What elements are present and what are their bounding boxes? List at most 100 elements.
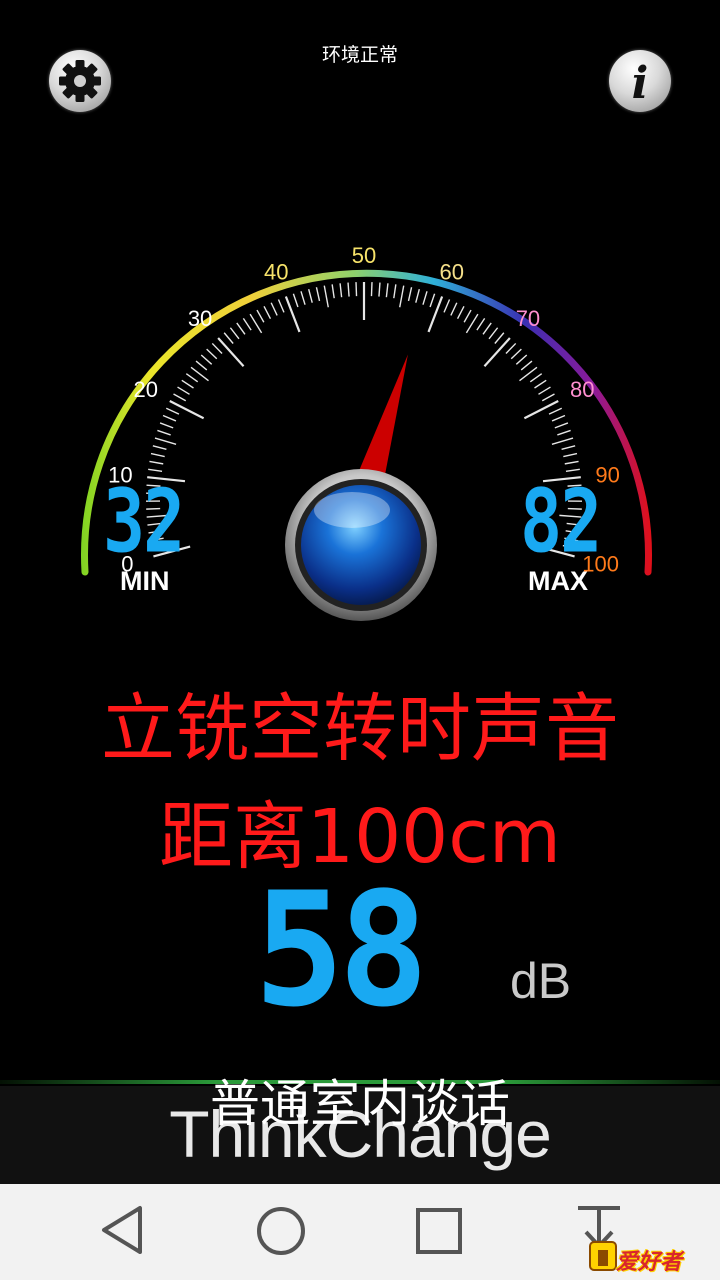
gauge-tick-label: 70 [516, 306, 540, 331]
gauge-minor-tick [541, 393, 555, 402]
gauge-minor-tick [399, 285, 405, 308]
gauge-minor-tick [150, 452, 165, 458]
gauge-minor-tick [456, 305, 465, 320]
watermark-text: 爱好者 [616, 1250, 683, 1275]
gauge-minor-tick [551, 414, 566, 422]
gauge-major-tick [483, 337, 511, 367]
info-glyph: i [632, 58, 649, 109]
gauge-major-tick [523, 400, 559, 420]
gauge-major-tick [284, 296, 301, 333]
gauge-major-tick [427, 296, 444, 333]
settings-button[interactable] [49, 50, 111, 112]
gauge-minor-tick [370, 282, 373, 297]
gauge-minor-tick [505, 342, 517, 354]
gauge-minor-tick [520, 360, 533, 371]
max-label: MAX [528, 566, 588, 596]
gauge-minor-tick [173, 393, 187, 402]
gauge-minor-tick [277, 299, 285, 313]
gauge-minor-tick [564, 460, 579, 465]
recents-square-icon[interactable] [412, 1200, 466, 1260]
gauge-minor-tick [450, 302, 458, 316]
gauge-minor-tick [181, 379, 194, 389]
gauge-minor-tick [385, 283, 389, 298]
gauge-minor-tick [300, 291, 306, 305]
min-label: MIN [120, 566, 170, 596]
gauge-minor-tick [551, 437, 574, 446]
gauge-minor-tick [347, 282, 350, 297]
gauge-minor-tick [152, 445, 167, 450]
gauge-minor-tick [482, 322, 492, 335]
gauge-minor-tick [563, 452, 578, 458]
gauge-minor-tick [422, 291, 428, 305]
gauge-minor-tick [378, 282, 381, 297]
gauge-minor-tick [242, 318, 252, 331]
gauge-minor-tick [548, 407, 563, 415]
gauge-minor-tick [443, 299, 451, 313]
gauge-minor-tick [177, 386, 190, 395]
max-value-display: 82 [520, 470, 602, 573]
gauge-minor-tick [515, 354, 528, 365]
gauge-minor-tick [315, 287, 321, 302]
gear-icon [59, 60, 101, 102]
gauge-major-tick [217, 337, 245, 367]
gauge-minor-tick [393, 284, 397, 299]
gauge-minor-tick [355, 282, 358, 297]
gauge-minor-tick [554, 422, 569, 429]
gauge-minor-tick [200, 354, 213, 365]
watermark-figure-icon [589, 1241, 617, 1271]
gauge-minor-tick [165, 407, 180, 415]
info-button[interactable]: i [609, 50, 671, 112]
gauge-tick-label: 20 [133, 377, 157, 402]
gauge-minor-tick [463, 309, 472, 323]
gauge-minor-tick [211, 342, 223, 354]
gauge-minor-tick [323, 285, 329, 308]
gauge-minor-tick [488, 327, 499, 340]
noise-level-description: 普通室内谈话 [210, 1075, 510, 1133]
gauge-minor-tick [229, 327, 240, 340]
gauge-minor-tick [263, 305, 272, 320]
gauge-minor-tick [534, 379, 547, 389]
watermark-logo: 爱好者 [586, 1236, 714, 1276]
gauge-tick-label: 80 [570, 377, 594, 402]
gauge-tick-label: 60 [440, 259, 464, 284]
gauge-minor-tick [270, 302, 278, 316]
db-reading: 58 [254, 859, 429, 1043]
db-unit: dB [510, 953, 572, 1009]
home-circle-icon[interactable] [254, 1200, 308, 1260]
gauge-minor-tick [429, 293, 436, 308]
gauge-minor-tick [206, 348, 218, 360]
gauge-minor-tick [308, 288, 313, 303]
gauge-minor-tick [538, 386, 551, 395]
gauge-major-tick [169, 400, 205, 420]
gauge-minor-tick [149, 460, 164, 465]
gauge-minor-tick [185, 373, 199, 383]
gauge-minor-tick [195, 360, 208, 371]
gauge-minor-tick [256, 309, 265, 323]
gauge-minor-tick [465, 313, 479, 334]
gauge-tick-label: 40 [264, 259, 288, 284]
gauge-minor-tick [415, 288, 420, 303]
gauge-minor-tick [157, 429, 171, 436]
back-triangle-icon[interactable] [96, 1200, 150, 1260]
gauge-minor-tick [557, 429, 571, 436]
gauge-minor-tick [236, 322, 246, 335]
gauge-minor-tick [407, 287, 413, 302]
gauge-minor-tick [494, 332, 505, 344]
gauge-minor-tick [162, 414, 177, 422]
gauge-minor-tick [249, 313, 263, 334]
min-value-display: 32 [103, 470, 185, 573]
gauge-minor-tick [529, 373, 543, 383]
gauge-minor-tick [292, 293, 299, 308]
gauge-minor-tick [561, 445, 576, 450]
overlay-caption-line1: 立铣空转时声音 [101, 686, 619, 772]
gauge-tick-label: 50 [352, 243, 376, 268]
gauge-minor-tick [154, 437, 177, 446]
gauge-minor-tick [476, 318, 486, 331]
info-icon: i [632, 58, 649, 109]
gauge-tick-label: 30 [188, 306, 212, 331]
gauge-minor-tick [331, 284, 335, 299]
gauge-minor-tick [223, 332, 234, 344]
gauge-minor-tick [159, 422, 174, 429]
gauge-minor-tick [339, 283, 343, 298]
gauge-minor-tick [510, 348, 522, 360]
